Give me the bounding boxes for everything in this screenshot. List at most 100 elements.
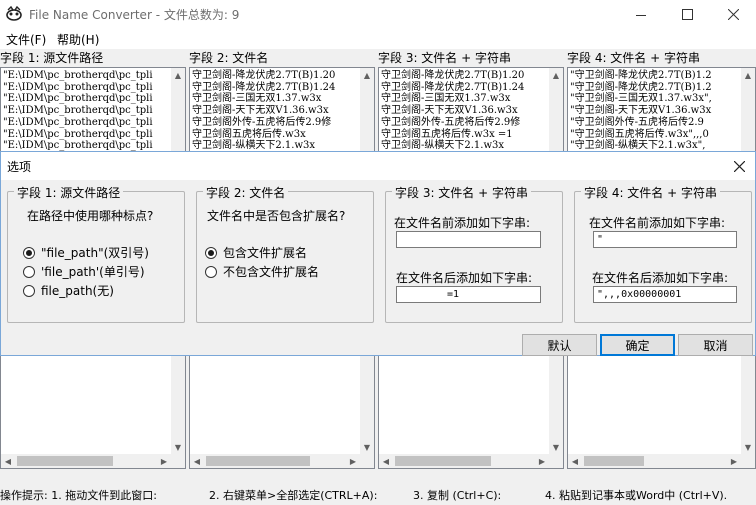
scroll-thumb[interactable] (584, 456, 644, 466)
scroll-right-icon[interactable]: ▶ (346, 454, 360, 468)
list-item[interactable]: 守卫剑阁-降龙伏虎2.7T(B)1.24 (379, 82, 563, 94)
list-item[interactable]: "E:\IDM\pc_brotherqd\pc_tpli (1, 82, 185, 94)
menu-help[interactable]: 帮助(H) (57, 31, 99, 48)
list-item[interactable]: "E:\IDM\pc_brotherqd\pc_tpli (1, 117, 185, 129)
group-name-plus-string-4: 字段 4: 文件名 + 字符串 在文件名前添加如下字串: " 在文件名后添加如下… (574, 184, 752, 323)
list-item[interactable]: "E:\IDM\pc_brotherqd\pc_tpli (1, 70, 185, 82)
scroll-right-icon[interactable]: ▶ (727, 454, 741, 468)
list-item[interactable]: "守卫剑阁外传-五虎将后传2.9 (568, 117, 755, 129)
list-item[interactable]: 守卫剑阁-三国无双1.37.w3x (379, 93, 563, 105)
default-button[interactable]: 默认 (522, 334, 597, 356)
dialog-title-bar: 选项 (1, 152, 755, 180)
radio-no-quote[interactable]: file_path(无) (23, 282, 114, 299)
suffix-input[interactable]: =1 (396, 286, 541, 303)
radio-icon (23, 246, 35, 259)
group-file-name: 字段 2: 文件名 文件名中是否包含扩展名? 包含文件扩展名 不包含文件扩展名 (196, 184, 374, 323)
scroll-left-icon[interactable]: ◀ (379, 454, 393, 468)
scroll-thumb[interactable] (206, 456, 310, 466)
prefix-input[interactable] (396, 231, 541, 248)
radio-exclude-extension[interactable]: 不包含文件扩展名 (205, 263, 319, 280)
scroll-left-icon[interactable]: ◀ (1, 454, 15, 468)
status-hint: 操作提示: 1. 拖动文件到此窗口: (0, 489, 157, 502)
group-source-path: 字段 1: 源文件路径 在路径中使用哪种标点? "file_path"(双引号)… (7, 184, 185, 323)
list-item[interactable]: 守卫剑阁-天下无双V1.36.w3x (190, 105, 374, 117)
menu-file[interactable]: 文件(F) (6, 31, 46, 48)
list-item[interactable]: 守卫剑阁五虎将后传.w3x =1 (379, 129, 563, 141)
radio-icon (205, 246, 217, 259)
radio-label: 包含文件扩展名 (223, 246, 308, 260)
prefix-label: 在文件名前添加如下字串: (394, 216, 531, 230)
scroll-left-icon[interactable]: ◀ (568, 454, 582, 468)
options-dialog: 选项 字段 1: 源文件路径 在路径中使用哪种标点? "file_path"(双… (0, 151, 756, 356)
scroll-down-icon[interactable]: ▼ (171, 440, 185, 454)
horizontal-scrollbar[interactable]: ◀ ▶ (1, 454, 171, 468)
scroll-up-icon[interactable]: ▲ (549, 68, 563, 82)
radio-single-quote[interactable]: 'file_path'(单引号) (23, 263, 145, 280)
list-item[interactable]: "守卫剑阁五虎将后传.w3x",,,0 (568, 129, 755, 141)
prefix-input[interactable]: " (593, 231, 737, 248)
cancel-button[interactable]: 取消 (678, 334, 753, 356)
window-title: File Name Converter - 文件总数为: 9 (29, 8, 240, 22)
status-step-4: 4. 粘贴到记事本或Word中 (Ctrl+V). (545, 489, 728, 502)
group-title: 字段 2: 文件名 (203, 184, 289, 201)
ok-button[interactable]: 确定 (600, 334, 675, 356)
list-item[interactable]: "守卫剑阁-降龙伏虎2.7T(B)1.2 (568, 82, 755, 94)
scroll-thumb[interactable] (17, 456, 113, 466)
list-item[interactable]: 守卫剑阁外传-五虎将后传2.9修 (379, 117, 563, 129)
list-item[interactable]: "E:\IDM\pc_brotherqd\pc_tpli (1, 93, 185, 105)
list-item[interactable]: 守卫剑阁-降龙伏虎2.7T(B)1.24 (190, 82, 374, 94)
app-icon (6, 5, 22, 21)
list-item[interactable]: "守卫剑阁-天下无双V1.36.w3x (568, 105, 755, 117)
scroll-up-icon[interactable]: ▲ (741, 68, 755, 82)
horizontal-scrollbar[interactable]: ◀ ▶ (568, 454, 741, 468)
radio-label: file_path(无) (41, 284, 114, 298)
scroll-up-icon[interactable]: ▲ (360, 68, 374, 82)
main-window: File Name Converter - 文件总数为: 9 文件(F) 帮助(… (0, 0, 756, 505)
group-title: 字段 1: 源文件路径 (14, 184, 124, 201)
prefix-label: 在文件名前添加如下字串: (589, 216, 726, 230)
scroll-thumb[interactable] (395, 456, 491, 466)
list-item[interactable]: 守卫剑阁-三国无双1.37.w3x (190, 93, 374, 105)
list-item[interactable]: "守卫剑阁-三国无双1.37.w3x", (568, 93, 755, 105)
radio-include-extension[interactable]: 包含文件扩展名 (205, 244, 307, 261)
radio-icon (205, 265, 217, 278)
radio-label: 不包含文件扩展名 (223, 265, 320, 279)
scroll-right-icon[interactable]: ▶ (157, 454, 171, 468)
radio-label: 'file_path'(单引号) (41, 265, 145, 279)
radio-double-quote[interactable]: "file_path"(双引号) (23, 244, 149, 261)
list-item[interactable]: 守卫剑阁外传-五虎将后传2.9修 (190, 117, 374, 129)
list-item[interactable]: "守卫剑阁-降龙伏虎2.7T(B)1.2 (568, 70, 755, 82)
dialog-title: 选项 (7, 160, 32, 174)
dialog-close-button[interactable] (727, 154, 751, 178)
extension-question: 文件名中是否包含扩展名? (207, 209, 346, 223)
scroll-up-icon[interactable]: ▲ (171, 68, 185, 82)
list-item[interactable]: 守卫剑阁-天下无双V1.36.w3x (379, 105, 563, 117)
suffix-input[interactable]: ",,,0x00000001 (593, 286, 737, 303)
scroll-down-icon[interactable]: ▼ (741, 440, 755, 454)
close-icon (733, 160, 745, 172)
scroll-right-icon[interactable]: ▶ (535, 454, 549, 468)
scroll-down-icon[interactable]: ▼ (360, 440, 374, 454)
list-item[interactable]: "E:\IDM\pc_brotherqd\pc_tpli (1, 105, 185, 117)
list-item[interactable]: 守卫剑阁-降龙伏虎2.7T(B)1.20 (190, 70, 374, 82)
horizontal-scrollbar[interactable]: ◀ ▶ (379, 454, 549, 468)
radio-icon (23, 265, 35, 278)
scroll-down-icon[interactable]: ▼ (549, 440, 563, 454)
list-item[interactable]: 守卫剑阁五虎将后传.w3x (190, 129, 374, 141)
scroll-left-icon[interactable]: ◀ (190, 454, 204, 468)
maximize-button[interactable] (664, 0, 710, 29)
column-1-header: 字段 1: 源文件路径 (0, 50, 186, 67)
title-bar: File Name Converter - 文件总数为: 9 (0, 0, 756, 29)
column-2-header: 字段 2: 文件名 (189, 50, 375, 67)
list-item[interactable]: "E:\IDM\pc_brotherqd\pc_tpli (1, 129, 185, 141)
suffix-label: 在文件名后添加如下字串: (592, 271, 729, 285)
column-4-header: 字段 4: 文件名 + 字符串 (567, 50, 756, 67)
horizontal-scrollbar[interactable]: ◀ ▶ (190, 454, 360, 468)
minimize-button[interactable] (618, 0, 664, 29)
group-title: 字段 3: 文件名 + 字符串 (392, 184, 531, 201)
radio-icon (23, 284, 35, 297)
close-window-button[interactable] (710, 0, 756, 29)
list-item[interactable]: 守卫剑阁-降龙伏虎2.7T(B)1.20 (379, 70, 563, 82)
suffix-label: 在文件名后添加如下字串: (396, 271, 533, 285)
group-title: 字段 4: 文件名 + 字符串 (581, 184, 720, 201)
